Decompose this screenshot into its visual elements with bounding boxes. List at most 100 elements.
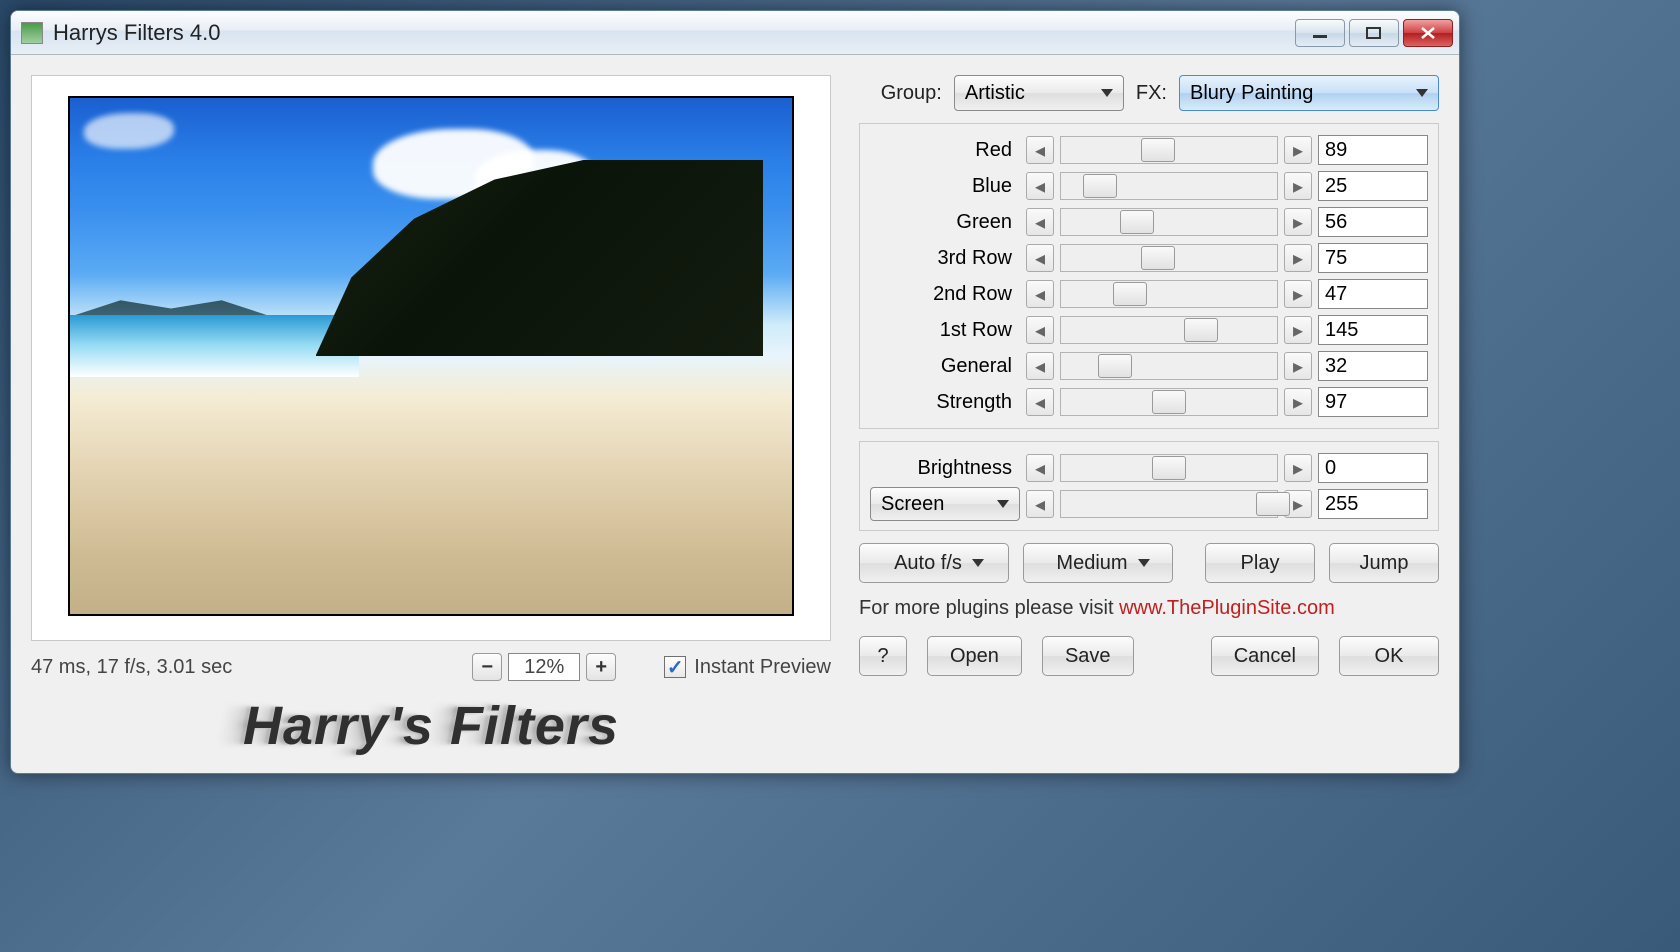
- auto-fps-dropdown[interactable]: Auto f/s: [859, 543, 1009, 583]
- brightness-group: Brightness ◂ ▸ 0 Screen ◂ ▸ 255: [859, 441, 1439, 531]
- open-button[interactable]: Open: [927, 636, 1022, 676]
- param-value[interactable]: 47: [1318, 279, 1428, 309]
- slider-thumb[interactable]: [1256, 492, 1290, 516]
- slider-right-button[interactable]: ▸: [1284, 454, 1312, 482]
- cancel-button[interactable]: Cancel: [1211, 636, 1319, 676]
- slider-left-button[interactable]: ◂: [1026, 208, 1054, 236]
- preview-frame: [31, 75, 831, 641]
- param-slider[interactable]: [1060, 244, 1278, 272]
- slider-left-button[interactable]: ◂: [1026, 388, 1054, 416]
- maximize-button[interactable]: [1349, 19, 1399, 47]
- param-value[interactable]: 32: [1318, 351, 1428, 381]
- ok-button[interactable]: OK: [1339, 636, 1439, 676]
- instant-preview-checkbox[interactable]: ✓ Instant Preview: [664, 656, 831, 679]
- chevron-down-icon: [1101, 89, 1113, 97]
- param-slider[interactable]: [1060, 280, 1278, 308]
- param-value[interactable]: 89: [1318, 135, 1428, 165]
- param-value[interactable]: 56: [1318, 207, 1428, 237]
- slider-left-button[interactable]: ◂: [1026, 172, 1054, 200]
- client-area: 47 ms, 17 f/s, 3.01 sec − 12% + ✓ Instan…: [11, 55, 1459, 773]
- plugins-link[interactable]: www.ThePluginSite.com: [1119, 597, 1335, 619]
- chevron-down-icon: [1138, 559, 1150, 567]
- param-slider[interactable]: [1060, 316, 1278, 344]
- slider-left-button[interactable]: ◂: [1026, 136, 1054, 164]
- save-button[interactable]: Save: [1042, 636, 1134, 676]
- slider-thumb[interactable]: [1141, 246, 1175, 270]
- dialog-window: Harrys Filters 4.0: [10, 10, 1460, 774]
- app-icon: [21, 22, 43, 44]
- param-row: 3rd Row ◂ ▸75: [870, 240, 1428, 276]
- slider-thumb[interactable]: [1152, 390, 1186, 414]
- slider-left-button[interactable]: ◂: [1026, 454, 1054, 482]
- brightness-value[interactable]: 0: [1318, 453, 1428, 483]
- chevron-down-icon: [997, 500, 1009, 508]
- blend-value[interactable]: 255: [1318, 489, 1428, 519]
- blend-slider[interactable]: [1060, 490, 1278, 518]
- plugins-link-row: For more plugins please visit www.ThePlu…: [859, 597, 1439, 620]
- slider-thumb[interactable]: [1141, 138, 1175, 162]
- slider-thumb[interactable]: [1113, 282, 1147, 306]
- slider-thumb[interactable]: [1184, 318, 1218, 342]
- titlebar[interactable]: Harrys Filters 4.0: [11, 11, 1459, 55]
- preview-image[interactable]: [68, 96, 794, 616]
- group-label: Group:: [881, 82, 942, 105]
- slider-left-button[interactable]: ◂: [1026, 490, 1054, 518]
- zoom-value[interactable]: 12%: [508, 653, 580, 681]
- slider-right-button[interactable]: ▸: [1284, 388, 1312, 416]
- slider-right-button[interactable]: ▸: [1284, 208, 1312, 236]
- param-label: 3rd Row: [870, 247, 1020, 270]
- zoom-out-button[interactable]: −: [472, 653, 502, 681]
- close-button[interactable]: [1403, 19, 1453, 47]
- param-slider[interactable]: [1060, 388, 1278, 416]
- slider-thumb[interactable]: [1083, 174, 1117, 198]
- slider-right-button[interactable]: ▸: [1284, 352, 1312, 380]
- slider-left-button[interactable]: ◂: [1026, 280, 1054, 308]
- slider-right-button[interactable]: ▸: [1284, 136, 1312, 164]
- jump-button[interactable]: Jump: [1329, 543, 1439, 583]
- speed-dropdown[interactable]: Medium: [1023, 543, 1173, 583]
- param-label: Red: [870, 139, 1020, 162]
- slider-right-button[interactable]: ▸: [1284, 172, 1312, 200]
- zoom-in-button[interactable]: +: [586, 653, 616, 681]
- param-slider[interactable]: [1060, 136, 1278, 164]
- param-row: Blue◂▸25: [870, 168, 1428, 204]
- param-slider[interactable]: [1060, 172, 1278, 200]
- slider-right-button[interactable]: ▸: [1284, 244, 1312, 272]
- slider-left-button[interactable]: ◂: [1026, 244, 1054, 272]
- minimize-button[interactable]: [1295, 19, 1345, 47]
- group-dropdown[interactable]: Artistic: [954, 75, 1124, 111]
- status-row: 47 ms, 17 f/s, 3.01 sec − 12% + ✓ Instan…: [31, 653, 831, 681]
- slider-left-button[interactable]: ◂: [1026, 352, 1054, 380]
- slider-thumb[interactable]: [1120, 210, 1154, 234]
- chevron-down-icon: [972, 559, 984, 567]
- param-value[interactable]: 25: [1318, 171, 1428, 201]
- brightness-slider[interactable]: [1060, 454, 1278, 482]
- blend-mode-dropdown[interactable]: Screen: [870, 487, 1020, 521]
- param-row: 1st Row◂▸145: [870, 312, 1428, 348]
- param-slider[interactable]: [1060, 208, 1278, 236]
- play-button[interactable]: Play: [1205, 543, 1315, 583]
- param-row: Red ◂ ▸89: [870, 132, 1428, 168]
- param-row: Green ◂ ▸56: [870, 204, 1428, 240]
- param-label: 2nd Row: [870, 283, 1020, 306]
- fx-dropdown[interactable]: Blury Painting: [1179, 75, 1439, 111]
- param-value[interactable]: 145: [1318, 315, 1428, 345]
- slider-right-button[interactable]: ▸: [1284, 316, 1312, 344]
- param-label: General: [870, 355, 1020, 378]
- blend-mode-value: Screen: [881, 493, 944, 516]
- param-value[interactable]: 97: [1318, 387, 1428, 417]
- blend-row: Screen ◂ ▸ 255: [870, 486, 1428, 522]
- param-row: Strength ◂ ▸97: [870, 384, 1428, 420]
- param-label: Strength: [870, 391, 1020, 414]
- slider-thumb[interactable]: [1152, 456, 1186, 480]
- speed-label: Medium: [1056, 552, 1127, 575]
- param-label: Green: [870, 211, 1020, 234]
- help-button[interactable]: ?: [859, 636, 907, 676]
- slider-right-button[interactable]: ▸: [1284, 280, 1312, 308]
- brightness-row: Brightness ◂ ▸ 0: [870, 450, 1428, 486]
- param-value[interactable]: 75: [1318, 243, 1428, 273]
- slider-left-button[interactable]: ◂: [1026, 316, 1054, 344]
- slider-thumb[interactable]: [1098, 354, 1132, 378]
- checkbox-icon: ✓: [664, 656, 686, 678]
- param-slider[interactable]: [1060, 352, 1278, 380]
